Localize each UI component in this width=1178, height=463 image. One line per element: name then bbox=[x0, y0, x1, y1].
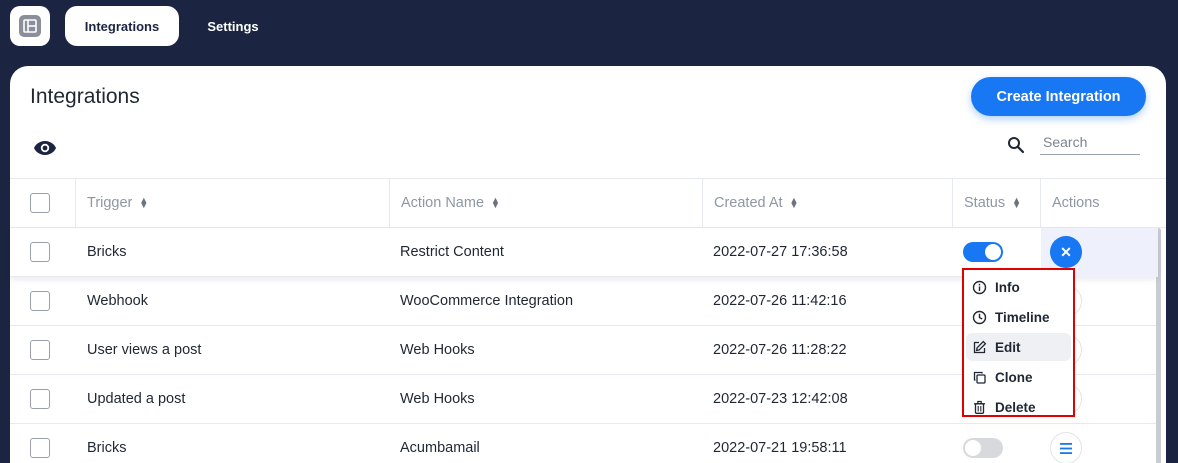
app-logo[interactable] bbox=[10, 6, 50, 46]
created-at-cell: 2022-07-27 17:36:58 bbox=[713, 244, 848, 260]
column-label: Trigger bbox=[87, 195, 133, 211]
sort-icon[interactable]: ▲ ▼ bbox=[491, 196, 500, 210]
column-header-created-at[interactable]: Created At ▲ ▼ bbox=[702, 179, 952, 227]
table-header: Trigger ▲ ▼ Action Name ▲ ▼ Created At ▲ ▼ … bbox=[10, 178, 1166, 228]
column-header-action-name[interactable]: Action Name ▲ ▼ bbox=[389, 179, 702, 227]
column-label: Actions bbox=[1052, 195, 1100, 211]
nav-tab-settings[interactable]: Settings bbox=[190, 6, 276, 46]
clock-icon bbox=[972, 310, 987, 324]
trigger-cell: Webhook bbox=[87, 293, 148, 309]
row-checkbox[interactable] bbox=[30, 291, 50, 311]
column-header-actions: Actions bbox=[1040, 179, 1158, 227]
action-name-cell: Web Hooks bbox=[400, 342, 475, 358]
nav-tab-integrations[interactable]: Integrations bbox=[65, 6, 179, 46]
column-label: Status bbox=[964, 195, 1006, 211]
row-checkbox[interactable] bbox=[30, 389, 50, 409]
column-header-status[interactable]: Status ▲ ▼ bbox=[952, 179, 1040, 227]
row-checkbox[interactable] bbox=[30, 242, 50, 262]
column-label: Created At bbox=[714, 195, 783, 211]
status-toggle[interactable] bbox=[963, 242, 1003, 262]
created-at-cell: 2022-07-23 12:42:08 bbox=[713, 391, 848, 407]
close-icon: ✕ bbox=[1060, 243, 1072, 260]
edit-icon bbox=[973, 340, 987, 353]
sort-icon[interactable]: ▲ ▼ bbox=[790, 196, 799, 210]
clone-icon bbox=[973, 371, 986, 384]
row-checkbox[interactable] bbox=[30, 340, 50, 360]
created-at-cell: 2022-07-26 11:42:16 bbox=[713, 293, 847, 309]
action-name-cell: Web Hooks bbox=[400, 391, 475, 407]
menu-item-timeline[interactable]: Timeline bbox=[966, 303, 1071, 331]
sort-icon[interactable]: ▲ ▼ bbox=[1012, 196, 1021, 210]
trash-icon bbox=[974, 400, 985, 414]
created-at-cell: 2022-07-26 11:28:22 bbox=[713, 342, 847, 358]
trigger-cell: User views a post bbox=[87, 342, 202, 358]
action-name-cell: WooCommerce Integration bbox=[400, 293, 574, 309]
eye-icon[interactable] bbox=[33, 140, 57, 161]
menu-item-info[interactable]: Info bbox=[966, 273, 1071, 301]
menu-item-label: Delete bbox=[995, 399, 1036, 415]
menu-item-clone[interactable]: Clone bbox=[966, 363, 1071, 391]
actions-dropdown-menu: Info Timeline Edit Clone Delete bbox=[962, 268, 1075, 417]
close-actions-button[interactable]: ✕ bbox=[1050, 236, 1082, 268]
row-checkbox[interactable] bbox=[30, 438, 50, 458]
trigger-cell: Bricks bbox=[87, 244, 127, 260]
search-input[interactable] bbox=[1040, 129, 1140, 155]
select-all-checkbox[interactable] bbox=[30, 193, 50, 213]
actions-menu-button[interactable] bbox=[1050, 432, 1082, 463]
action-name-cell: Restrict Content bbox=[400, 244, 504, 260]
column-label: Action Name bbox=[401, 195, 485, 211]
logo-icon bbox=[19, 15, 41, 37]
search-icon[interactable] bbox=[1007, 136, 1025, 159]
menu-item-label: Edit bbox=[995, 339, 1021, 355]
create-integration-button[interactable]: Create Integration bbox=[971, 77, 1146, 116]
menu-item-label: Info bbox=[995, 279, 1020, 295]
status-toggle[interactable] bbox=[963, 438, 1003, 458]
info-icon bbox=[972, 280, 987, 294]
created-at-cell: 2022-07-21 19:58:11 bbox=[713, 440, 847, 456]
menu-item-label: Timeline bbox=[995, 309, 1050, 325]
action-name-cell: Acumbamail bbox=[400, 440, 480, 456]
menu-icon bbox=[1060, 442, 1072, 454]
sort-icon[interactable]: ▲ ▼ bbox=[139, 196, 148, 210]
menu-item-label: Clone bbox=[995, 369, 1033, 385]
top-navbar: Integrations Settings bbox=[0, 0, 1178, 66]
column-header-trigger[interactable]: Trigger ▲ ▼ bbox=[75, 179, 389, 227]
table-row[interactable]: Bricks Acumbamail 2022-07-21 19:58:11 bbox=[10, 424, 1158, 463]
menu-item-delete[interactable]: Delete bbox=[966, 393, 1071, 421]
trigger-cell: Updated a post bbox=[87, 391, 186, 407]
trigger-cell: Bricks bbox=[87, 440, 127, 456]
menu-item-edit[interactable]: Edit bbox=[966, 333, 1071, 361]
page-title: Integrations bbox=[30, 85, 140, 108]
